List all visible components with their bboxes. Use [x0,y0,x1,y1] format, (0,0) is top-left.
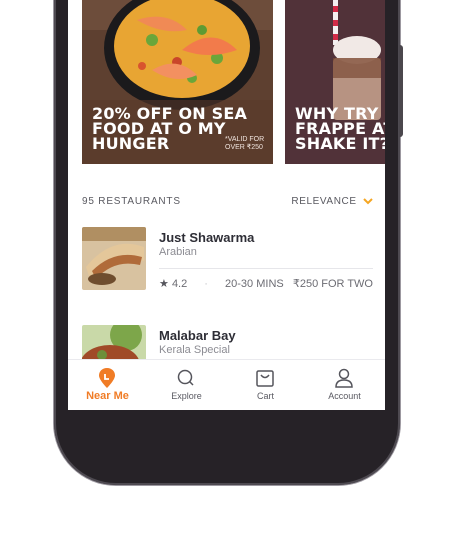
restaurant-cuisine: Arabian [159,246,197,258]
banner-text: WHY TRY FRAPPE AT SHAKE IT? [295,104,385,153]
restaurant-name: Malabar Bay [159,328,236,343]
tab-label: Near Me [86,390,129,402]
tab-label: Explore [171,391,202,401]
restaurant-cuisine: Kerala Special [159,344,230,356]
restaurant-name: Just Shawarma [159,230,255,245]
restaurant-count: 95 RESTAURANTS [82,196,181,207]
promo-banner-frappe[interactable]: WHY TRY FRAPPE AT SHAKE IT? [285,0,385,164]
restaurant-rating: 4.2 [171,278,188,290]
tab-explore[interactable]: Explore [147,360,226,410]
tab-label: Account [328,391,361,401]
tab-label: Cart [256,391,274,401]
list-header: 95 RESTAURANTS RELEVANCE [82,196,373,210]
divider [159,268,373,269]
restaurant-meta: ★ 4.2 · 20-30 MINS ₹250 FOR TWO [159,277,373,290]
price-for-two: ₹250 FOR TWO [292,278,373,290]
user-icon [335,368,353,388]
banner-note: *VALID FOR OVER ₹250 [225,136,265,151]
tab-near-me[interactable]: Near Me [68,360,147,410]
phone-side-button [399,45,403,137]
delivery-time: 20-30 MINS [225,278,284,290]
chevron-down-icon [363,198,373,205]
bottom-tab-bar: Near Me Explore Cart Account [68,359,385,410]
location-pin-icon [99,368,115,388]
tab-cart[interactable]: Cart [226,360,305,410]
tab-account[interactable]: Account [305,360,384,410]
sort-label: RELEVANCE [291,196,357,207]
meta-separator: · [204,278,208,290]
sort-dropdown[interactable]: RELEVANCE [291,196,373,207]
search-icon [177,369,194,386]
list-item[interactable]: Just Shawarma Arabian ★ 4.2 · 20-30 MINS… [82,227,373,297]
star-icon: ★ [159,278,169,290]
cart-bag-icon [256,370,274,387]
promo-banner-seafood[interactable]: 20% OFF ON SEA FOOD AT O MY HUNGER *VALI… [82,0,273,164]
restaurant-thumbnail [82,227,146,290]
app-screen: 20% OFF ON SEA FOOD AT O MY HUNGER *VALI… [68,0,385,410]
